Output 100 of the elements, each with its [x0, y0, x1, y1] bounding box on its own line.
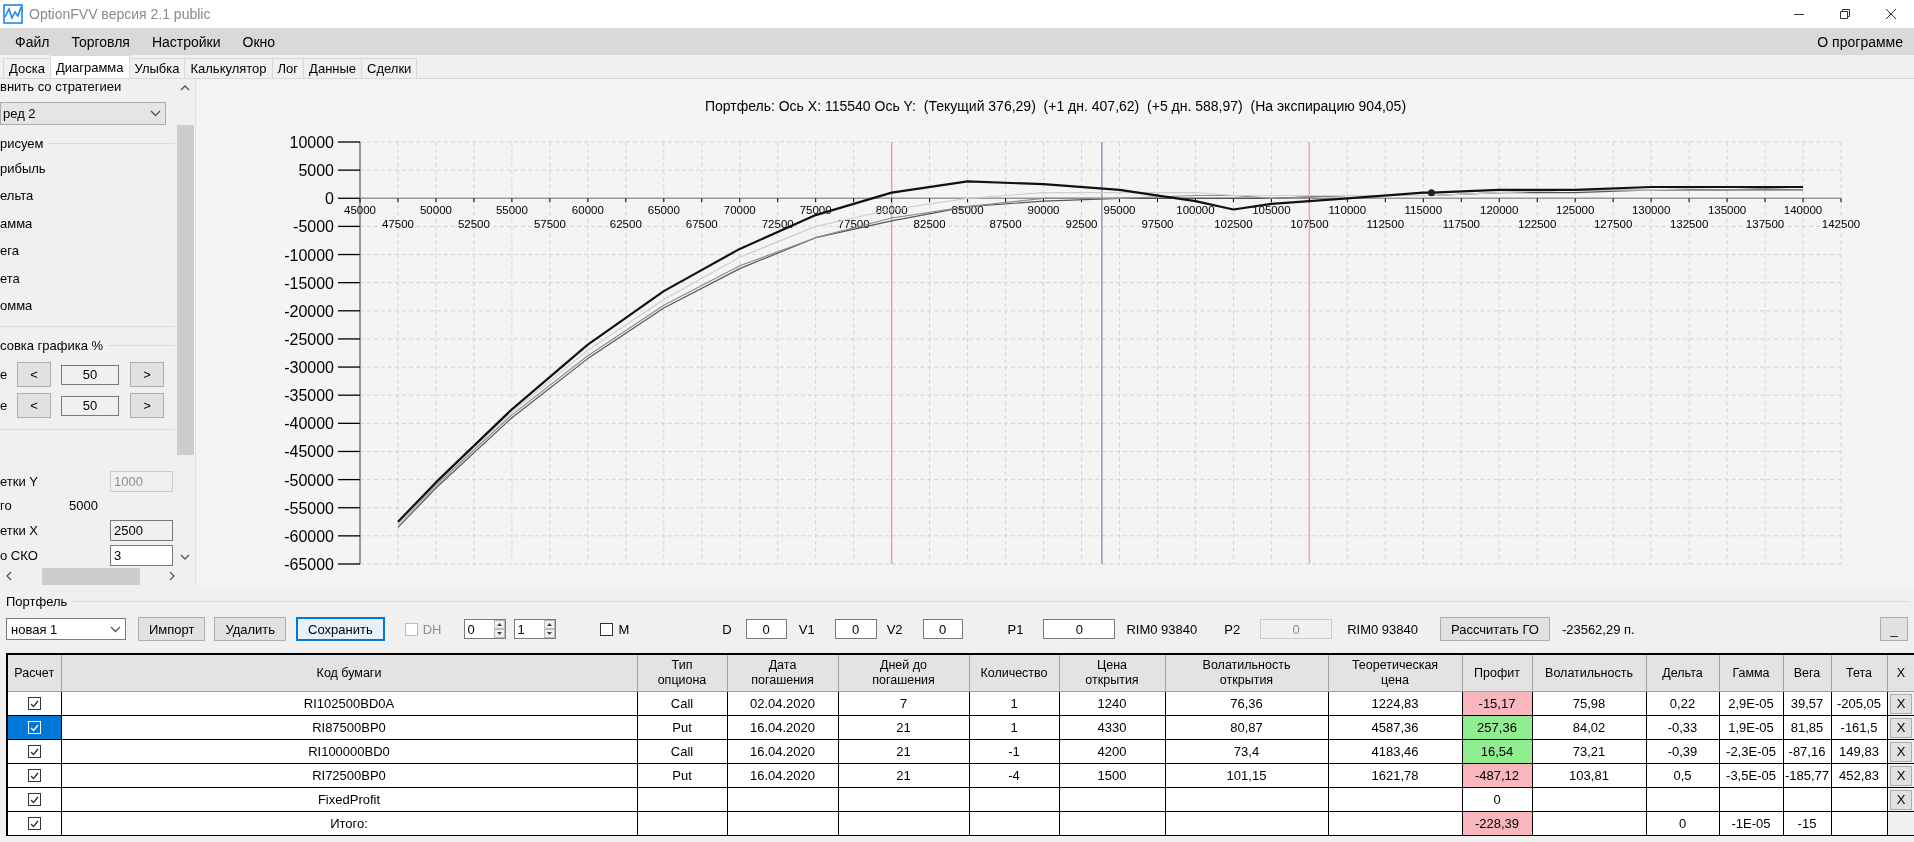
checkbox[interactable]	[27, 769, 41, 782]
table-cell: 1	[969, 715, 1059, 740]
tick-label: 85000	[951, 204, 984, 217]
strategy-dropdown[interactable]: новая 1	[6, 618, 126, 640]
menu-item[interactable]: Настройки	[140, 33, 232, 50]
menu-item[interactable]: О программе	[1806, 33, 1914, 50]
column-header[interactable]: Цена открытия	[1059, 654, 1165, 692]
input-field[interactable]: 0	[834, 619, 877, 639]
tab[interactable]: Доска	[3, 58, 51, 78]
remove-button[interactable]: X	[1890, 693, 1912, 714]
increase-button[interactable]: >	[130, 362, 164, 388]
remove-button[interactable]: X	[1890, 741, 1912, 762]
toolbar-button[interactable]: Удалить	[214, 617, 287, 641]
option-label[interactable]: амма	[0, 215, 33, 231]
tick-label: 67500	[685, 218, 718, 231]
input-field[interactable]: 0	[922, 619, 963, 639]
input-field[interactable]: 2500	[110, 520, 173, 541]
option-label[interactable]: ельта	[0, 188, 34, 204]
tick-label: 47500	[382, 218, 414, 231]
decrease-button[interactable]: <	[17, 393, 51, 419]
tick-label: -60000	[284, 527, 334, 545]
chart-title: Портфель: Ось X: 115540 Ось Y: (Текущий 376,29) (+1 дн. 407,62) (+5 дн. 588,97) (На экспирацию 904,05)	[704, 98, 1407, 114]
column-header[interactable]: Дата погашения	[727, 654, 838, 692]
checkbox[interactable]	[27, 745, 41, 758]
decrease-button[interactable]: <	[17, 362, 51, 388]
column-header[interactable]: Гамма	[1719, 654, 1783, 692]
number-spinner[interactable]: 0	[464, 619, 507, 639]
checkbox[interactable]	[600, 622, 614, 636]
strategy-dropdown[interactable]: ред 2	[0, 102, 166, 125]
remove-button[interactable]: X	[1890, 765, 1912, 786]
increase-button[interactable]: >	[130, 393, 164, 419]
column-header[interactable]: Волатильность	[1532, 654, 1646, 692]
tab[interactable]: Диаграмма	[49, 55, 130, 78]
tick-label: 55000	[495, 204, 528, 217]
table-cell[interactable]	[7, 763, 61, 788]
menu-item[interactable]: Файл	[4, 33, 61, 50]
tick-label: 100000	[1176, 204, 1215, 217]
column-header[interactable]: Код бумаги	[61, 654, 637, 692]
checkbox[interactable]	[27, 697, 41, 710]
checkbox[interactable]	[27, 817, 41, 830]
remove-button[interactable]: X	[1890, 717, 1912, 738]
tab[interactable]: Данные	[303, 58, 363, 78]
option-label[interactable]: ета	[0, 270, 20, 286]
column-header[interactable]: Профит	[1462, 654, 1532, 692]
input-field[interactable]: 0	[745, 619, 787, 639]
checkbox-label: M	[618, 621, 630, 637]
tab[interactable]: Калькулятор	[184, 58, 273, 78]
table-cell[interactable]	[7, 715, 61, 740]
menu-item[interactable]: Окно	[231, 33, 287, 50]
column-header[interactable]: Дней до погашения	[838, 654, 969, 692]
dropdown-value: новая 1	[11, 621, 58, 637]
column-header[interactable]: Волатильность открытия	[1165, 654, 1328, 692]
table-cell[interactable]	[7, 691, 61, 716]
table-cell: 02.04.2020	[727, 691, 838, 716]
menu-item[interactable]: Торговля	[60, 33, 141, 50]
tick-label: -35000	[284, 387, 334, 405]
field-value: 5000	[69, 498, 99, 514]
tick-label: 57500	[533, 218, 566, 231]
column-header[interactable]: X	[1887, 654, 1914, 692]
input-field[interactable]: 3	[110, 544, 173, 566]
info-text: -23562,29 п.	[1561, 621, 1635, 637]
option-label[interactable]: омма	[0, 298, 33, 314]
app-logo-icon	[3, 4, 23, 24]
option-label[interactable]: ега	[0, 243, 19, 259]
table-cell[interactable]	[7, 739, 61, 764]
column-header[interactable]: Дельта	[1646, 654, 1719, 692]
toolbar-button[interactable]: Импорт	[138, 617, 206, 641]
toolbar-button[interactable]: Рассчитать ГО	[1440, 617, 1550, 641]
checkbox[interactable]	[27, 793, 41, 806]
column-header[interactable]: Вега	[1783, 654, 1831, 692]
column-header[interactable]: Расчет	[7, 654, 61, 692]
column-header[interactable]: Количество	[969, 654, 1059, 692]
table-cell: Put	[637, 763, 727, 788]
column-header[interactable]: Тета	[1831, 654, 1887, 692]
field-label: етки X	[0, 523, 38, 538]
value-field[interactable]: 50	[61, 364, 119, 385]
table-cell[interactable]	[7, 787, 61, 812]
group-title: Портфель	[6, 593, 68, 609]
remove-button[interactable]: X	[1890, 789, 1912, 810]
table-cell: 16.04.2020	[727, 715, 838, 740]
toolbar-button[interactable]: Сохранить	[296, 617, 385, 641]
tick-label: 120000	[1480, 204, 1519, 217]
table-cell[interactable]	[7, 811, 61, 836]
column-header[interactable]: Теоретическая цена	[1328, 654, 1462, 692]
number-spinner[interactable]: 1	[514, 619, 557, 639]
tab[interactable]: Сделки	[361, 58, 418, 78]
tick-label: 90000	[1027, 204, 1060, 217]
value-field[interactable]: 50	[61, 395, 119, 416]
field-label: о СКО	[0, 547, 38, 563]
tick-label: 72500	[761, 218, 794, 231]
table-cell: 16.04.2020	[727, 739, 838, 764]
minimize-panel-button[interactable]: _	[1880, 617, 1908, 641]
table-cell: 4330	[1059, 715, 1165, 740]
scroll-right-icon	[169, 571, 175, 581]
field-label: D	[722, 621, 732, 637]
table-cell: Итого:	[61, 811, 637, 836]
table-cell: -1	[969, 739, 1059, 764]
column-header[interactable]: Тип опциона	[637, 654, 727, 692]
option-label[interactable]: рибыль	[0, 160, 46, 176]
input-field[interactable]: 0	[1043, 619, 1116, 639]
